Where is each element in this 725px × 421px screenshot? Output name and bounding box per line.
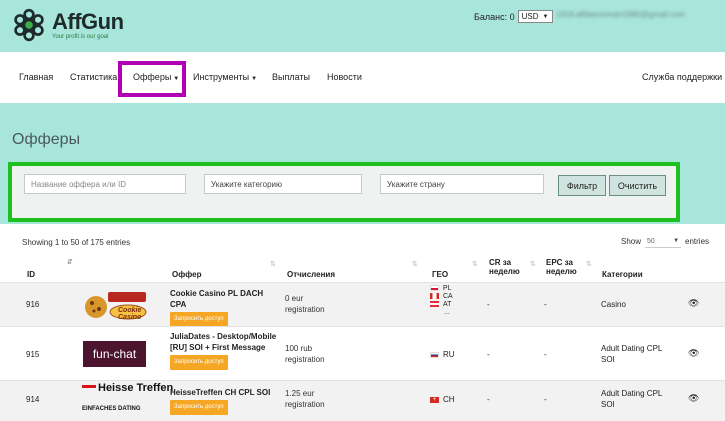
brand-logo[interactable]: AffGun Your profit is our goal [10,6,124,44]
russia-flag-icon [430,351,439,358]
eye-icon[interactable]: 👁 [688,298,699,309]
top-header: AffGun Your profit is our goal Баланс: 0… [0,0,725,52]
offer-epc: - [544,300,547,309]
chevron-down-icon: ▼ [542,13,549,20]
offer-name[interactable]: JuliaDates - Desktop/Mobile [RU] SOI + F… [170,331,282,353]
sort-icon[interactable]: ⇅ [270,260,276,268]
country-select[interactable]: Укажите страну [380,174,544,194]
offer-id: 916 [26,300,40,309]
offers-highlight-box [118,61,186,97]
clear-button[interactable]: Очистить [609,175,666,196]
austria-flag-icon [430,301,439,308]
filter-button[interactable]: Фильтр [558,175,606,196]
main-nav: Главная Статистика Офферы ▼ Инструменты ▼ … [0,52,725,103]
page-length-control: Show 50 ▼ entries [621,235,710,248]
column-header-id[interactable]: ID [27,270,35,279]
currency-select[interactable]: USD ▼ [517,10,553,23]
sort-icon[interactable]: ⇅ [472,260,478,268]
offer-geo: + CH [430,394,455,405]
offer-payout: 100 rub registration [285,344,325,364]
offer-name[interactable]: Cookie Casino PL DACH CPA [170,288,280,310]
poland-flag-icon [430,285,439,292]
offer-cr: - [487,350,490,359]
balance-label: Баланс: 0 [474,11,515,22]
eye-icon[interactable]: 👁 [688,393,699,404]
offer-geo: PL CA AT ... [430,285,453,317]
offer-cr: - [487,300,490,309]
offer-payout: 1.25 eur registration [285,389,325,409]
gear-logo-icon [14,8,44,42]
offer-logo[interactable]: Cookie Casino [82,289,148,321]
offer-epc: - [544,395,547,404]
nav-item-support[interactable]: Служба поддержки [642,72,722,82]
offer-category: Casino [601,300,626,309]
column-header-epc[interactable]: EPC за неделю [546,258,586,276]
offer-logo[interactable]: fun-chat [83,341,146,367]
nav-item-statistics[interactable]: Статистика [70,72,117,82]
column-header-cr[interactable]: CR за неделю [489,258,529,276]
user-email[interactable]: 1418.affdanooman1980@gmail.com [556,10,685,19]
table-row: 914 Heisse Treffen EINFACHES DATING Heis… [0,380,725,421]
logo-stripe [82,385,96,388]
nav-item-tools[interactable]: Инструменты ▼ [193,72,257,82]
sort-icon[interactable]: ⇅ [412,260,418,268]
switzerland-flag-icon: + [430,396,439,403]
offer-name-input[interactable]: Название оффера или ID [24,174,186,194]
page-length-select[interactable]: 50 ▼ [645,235,682,248]
offer-epc: - [544,350,547,359]
column-header-payout[interactable]: Отчисления [287,270,335,279]
nav-item-news[interactable]: Новости [327,72,362,82]
sort-desc-icon[interactable]: ⇵ [67,258,73,266]
table-row: 916 Cookie Casino Cookie Casino PL DACH … [0,282,725,327]
brand-name: AffGun [52,8,124,34]
eye-icon[interactable]: 👁 [688,348,699,359]
table-row: 915 fun-chat JuliaDates - Desktop/Mobile… [0,326,725,380]
nav-item-payouts[interactable]: Выплаты [272,72,310,82]
offer-logo[interactable]: Heisse Treffen EINFACHES DATING [82,383,173,415]
offer-category: Adult Dating CPL SOI [601,344,663,364]
request-access-button[interactable]: Запросить доступ [170,400,228,415]
offer-cr: - [487,395,490,404]
canada-flag-icon [430,293,439,300]
sort-icon[interactable]: ⇅ [586,260,592,268]
column-header-categories[interactable]: Категории [602,270,643,279]
offer-id: 915 [26,350,40,359]
filter-panel: Название оффера или ID Укажите категорию… [8,162,680,222]
offer-geo: RU [430,349,455,360]
offer-payout: 0 eur registration [285,294,325,314]
column-header-offer[interactable]: Оффер [172,270,201,279]
page-title: Офферы [12,131,81,148]
balance-widget: Баланс: 0 USD ▼ [474,10,553,23]
offer-name[interactable]: HeisseTreffen CH CPL SOI [170,387,282,398]
sort-icon[interactable]: ⇅ [530,260,536,268]
caret-down-icon: ▼ [251,76,258,82]
request-access-button[interactable]: Запросить доступ [170,312,228,327]
nav-item-home[interactable]: Главная [19,72,53,82]
entries-info: Showing 1 to 50 of 175 entries [22,238,131,247]
category-select[interactable]: Укажите категорию [204,174,362,194]
brand-tagline: Your profit is our goal [52,33,109,40]
chevron-down-icon: ▼ [673,238,680,244]
request-access-button[interactable]: Запросить доступ [170,355,228,370]
offer-id: 914 [26,395,40,404]
column-header-geo[interactable]: ГЕО [432,270,448,279]
offer-category: Adult Dating CPL SOI [601,389,663,409]
